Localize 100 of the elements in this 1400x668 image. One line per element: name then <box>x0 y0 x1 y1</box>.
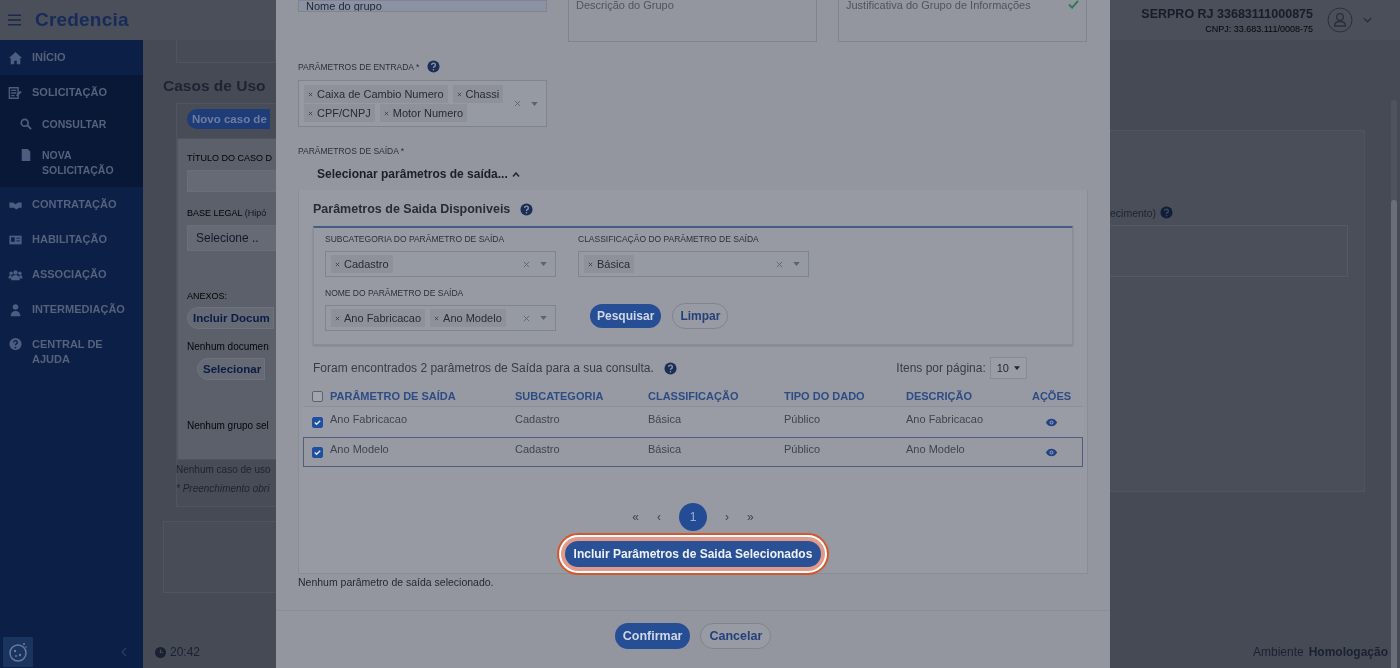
clear-icon[interactable] <box>776 260 783 268</box>
legal-basis-select[interactable]: Selecione .. <box>187 225 276 251</box>
tag[interactable]: Motor Numero <box>379 104 468 122</box>
dropdown-caret-icon[interactable] <box>531 101 538 106</box>
previous-page-link[interactable]: ‹ <box>657 510 661 524</box>
field-label: ANEXOS: <box>187 291 227 301</box>
dropdown-caret-icon[interactable] <box>540 262 547 266</box>
table-cell-text: Ano Modelo <box>330 442 390 455</box>
field-label: TÍTULO DO CASO D <box>187 153 272 163</box>
row-checkbox[interactable] <box>311 446 323 458</box>
scrollbar-thumb[interactable] <box>1391 200 1397 668</box>
menu-item[interactable]: INÍCIO <box>0 40 143 75</box>
column-header[interactable]: AÇÕES <box>1021 390 1082 402</box>
chevron-down-icon[interactable] <box>1363 17 1372 23</box>
table-cell-text: Básica <box>648 442 683 455</box>
submenu-item[interactable]: NOVA SOLICITAÇÃO <box>0 141 120 187</box>
items-per-page-label: Itens por página: <box>896 361 986 375</box>
caret-up-icon <box>511 171 520 177</box>
filter-select[interactable]: Ano Fabricacao Ano Modelo <box>325 305 556 331</box>
input-params-select[interactable]: Caixa de Cambio Numero Chassi CPF/CNPJ Motor Numero <box>298 80 547 127</box>
tag[interactable]: Caixa de Cambio Numero <box>304 85 448 103</box>
clear-button[interactable]: Limpar <box>672 303 729 329</box>
column-header[interactable]: DESCRIÇÃO <box>906 390 1021 402</box>
tag[interactable]: Ano Fabricacao <box>331 309 426 327</box>
next-page-link[interactable]: › <box>725 510 729 524</box>
filter-select[interactable]: Cadastro <box>325 251 556 277</box>
user-avatar-icon[interactable] <box>1327 7 1353 33</box>
clear-icon[interactable] <box>514 100 521 107</box>
help-icon[interactable] <box>427 60 441 73</box>
new-use-case-button[interactable]: Novo caso de <box>187 109 270 129</box>
search-icon <box>20 118 32 130</box>
cookie-icon[interactable] <box>3 637 33 667</box>
empty-message: Nenhum parâmetro de saída selecionado. <box>298 576 494 588</box>
remove-icon[interactable] <box>308 91 313 97</box>
search-button[interactable]: Pesquisar <box>590 304 662 328</box>
empty-message: Nenhum documen <box>187 341 269 352</box>
row-checkbox[interactable] <box>311 416 323 428</box>
tag[interactable]: Ano Modelo <box>430 309 506 327</box>
title-input-field[interactable] <box>187 170 276 192</box>
help-icon[interactable] <box>520 202 534 216</box>
remove-icon[interactable] <box>335 315 340 321</box>
clear-icon[interactable] <box>523 314 530 322</box>
eye-icon[interactable] <box>1045 418 1058 427</box>
first-page-link[interactable]: « <box>632 510 639 524</box>
table-cell-text: Cadastro <box>515 442 561 455</box>
column-header[interactable]: SUBCATEGORIA <box>515 390 648 402</box>
clear-icon[interactable] <box>523 260 530 268</box>
remove-icon[interactable] <box>434 315 440 321</box>
table-cell-text: Ano Modelo <box>906 442 966 455</box>
help-icon <box>8 337 23 351</box>
table-cell-text: Cadastro <box>515 412 561 425</box>
dropdown-caret-icon[interactable] <box>793 262 800 266</box>
output-params-toggle[interactable]: Selecionar parâmetros de saída... <box>317 167 520 181</box>
menu-item[interactable]: CENTRAL DE AJUDA <box>0 327 116 377</box>
document-icon <box>20 149 32 161</box>
menu-item[interactable]: HABILITAÇÃO <box>0 222 143 257</box>
people-icon <box>8 267 23 282</box>
tag[interactable]: Cadastro <box>331 255 393 273</box>
submenu-item[interactable]: CONSULTAR <box>0 110 120 141</box>
scrollbar[interactable] <box>1391 100 1397 668</box>
tag[interactable]: Básica <box>584 255 635 273</box>
menu-item[interactable]: ASSOCIAÇÃO <box>0 257 143 292</box>
column-header[interactable]: CLASSIFICAÇÃO <box>648 390 784 402</box>
tag[interactable]: CPF/CNPJ <box>304 104 375 122</box>
table-cell-text: Público <box>784 442 822 455</box>
field-label: PARÂMETROS DE ENTRADA * <box>298 61 420 72</box>
filter-select[interactable]: Básica <box>578 251 809 277</box>
dropdown-caret-icon[interactable] <box>540 316 547 320</box>
column-header[interactable]: TIPO DO DADO <box>784 390 906 402</box>
menu-item[interactable]: INTERMEDIAÇÃO <box>0 292 143 327</box>
description-text-area[interactable]: Descrição do Grupo <box>568 0 817 42</box>
items-per-page-select[interactable]: 10 <box>989 357 1027 379</box>
remove-icon[interactable] <box>456 91 462 97</box>
select-all-checkbox[interactable] <box>311 390 323 402</box>
table-row[interactable]: Ano Modelo Cadastro Básica Público Ano Modelo <box>303 437 1083 467</box>
help-icon[interactable] <box>663 361 677 375</box>
menu-item[interactable]: CONTRATAÇÃO <box>0 187 143 222</box>
select-button[interactable]: Selecionar <box>197 358 266 380</box>
field-label: BASE LEGAL (Hipó <box>187 208 267 218</box>
chevron-left-icon[interactable] <box>121 647 127 657</box>
remove-icon[interactable] <box>308 110 313 116</box>
page-link[interactable]: 1 <box>679 503 707 531</box>
remove-icon[interactable] <box>588 261 593 267</box>
field-label: CLASSIFICAÇÃO DO PARÂMETRO DE SAÍDA <box>578 234 760 244</box>
remove-icon[interactable] <box>335 261 340 267</box>
tag[interactable]: Chassi <box>452 85 504 103</box>
menu-item[interactable]: SOLICITAÇÃO <box>0 75 143 110</box>
cancel-button[interactable]: Cancelar <box>700 623 772 649</box>
confirm-button[interactable]: Confirmar <box>614 623 691 649</box>
help-icon[interactable] <box>1160 206 1174 219</box>
column-header[interactable]: PARÂMETRO DE SAÍDA <box>330 390 515 402</box>
last-page-link[interactable]: » <box>747 510 754 524</box>
justification-text-area[interactable]: Justificativa do Grupo de Informações <box>838 0 1087 42</box>
clock-icon <box>155 646 166 658</box>
panel-title: Parâmetros de Saida Disponiveis <box>313 202 511 216</box>
field-label: NOME DO PARÂMETRO DE SAÍDA <box>325 288 465 298</box>
eye-icon[interactable] <box>1045 448 1058 457</box>
remove-icon[interactable] <box>383 110 389 116</box>
include-document-button[interactable]: Incluir Docum <box>187 307 274 329</box>
menu-icon[interactable] <box>8 14 21 26</box>
